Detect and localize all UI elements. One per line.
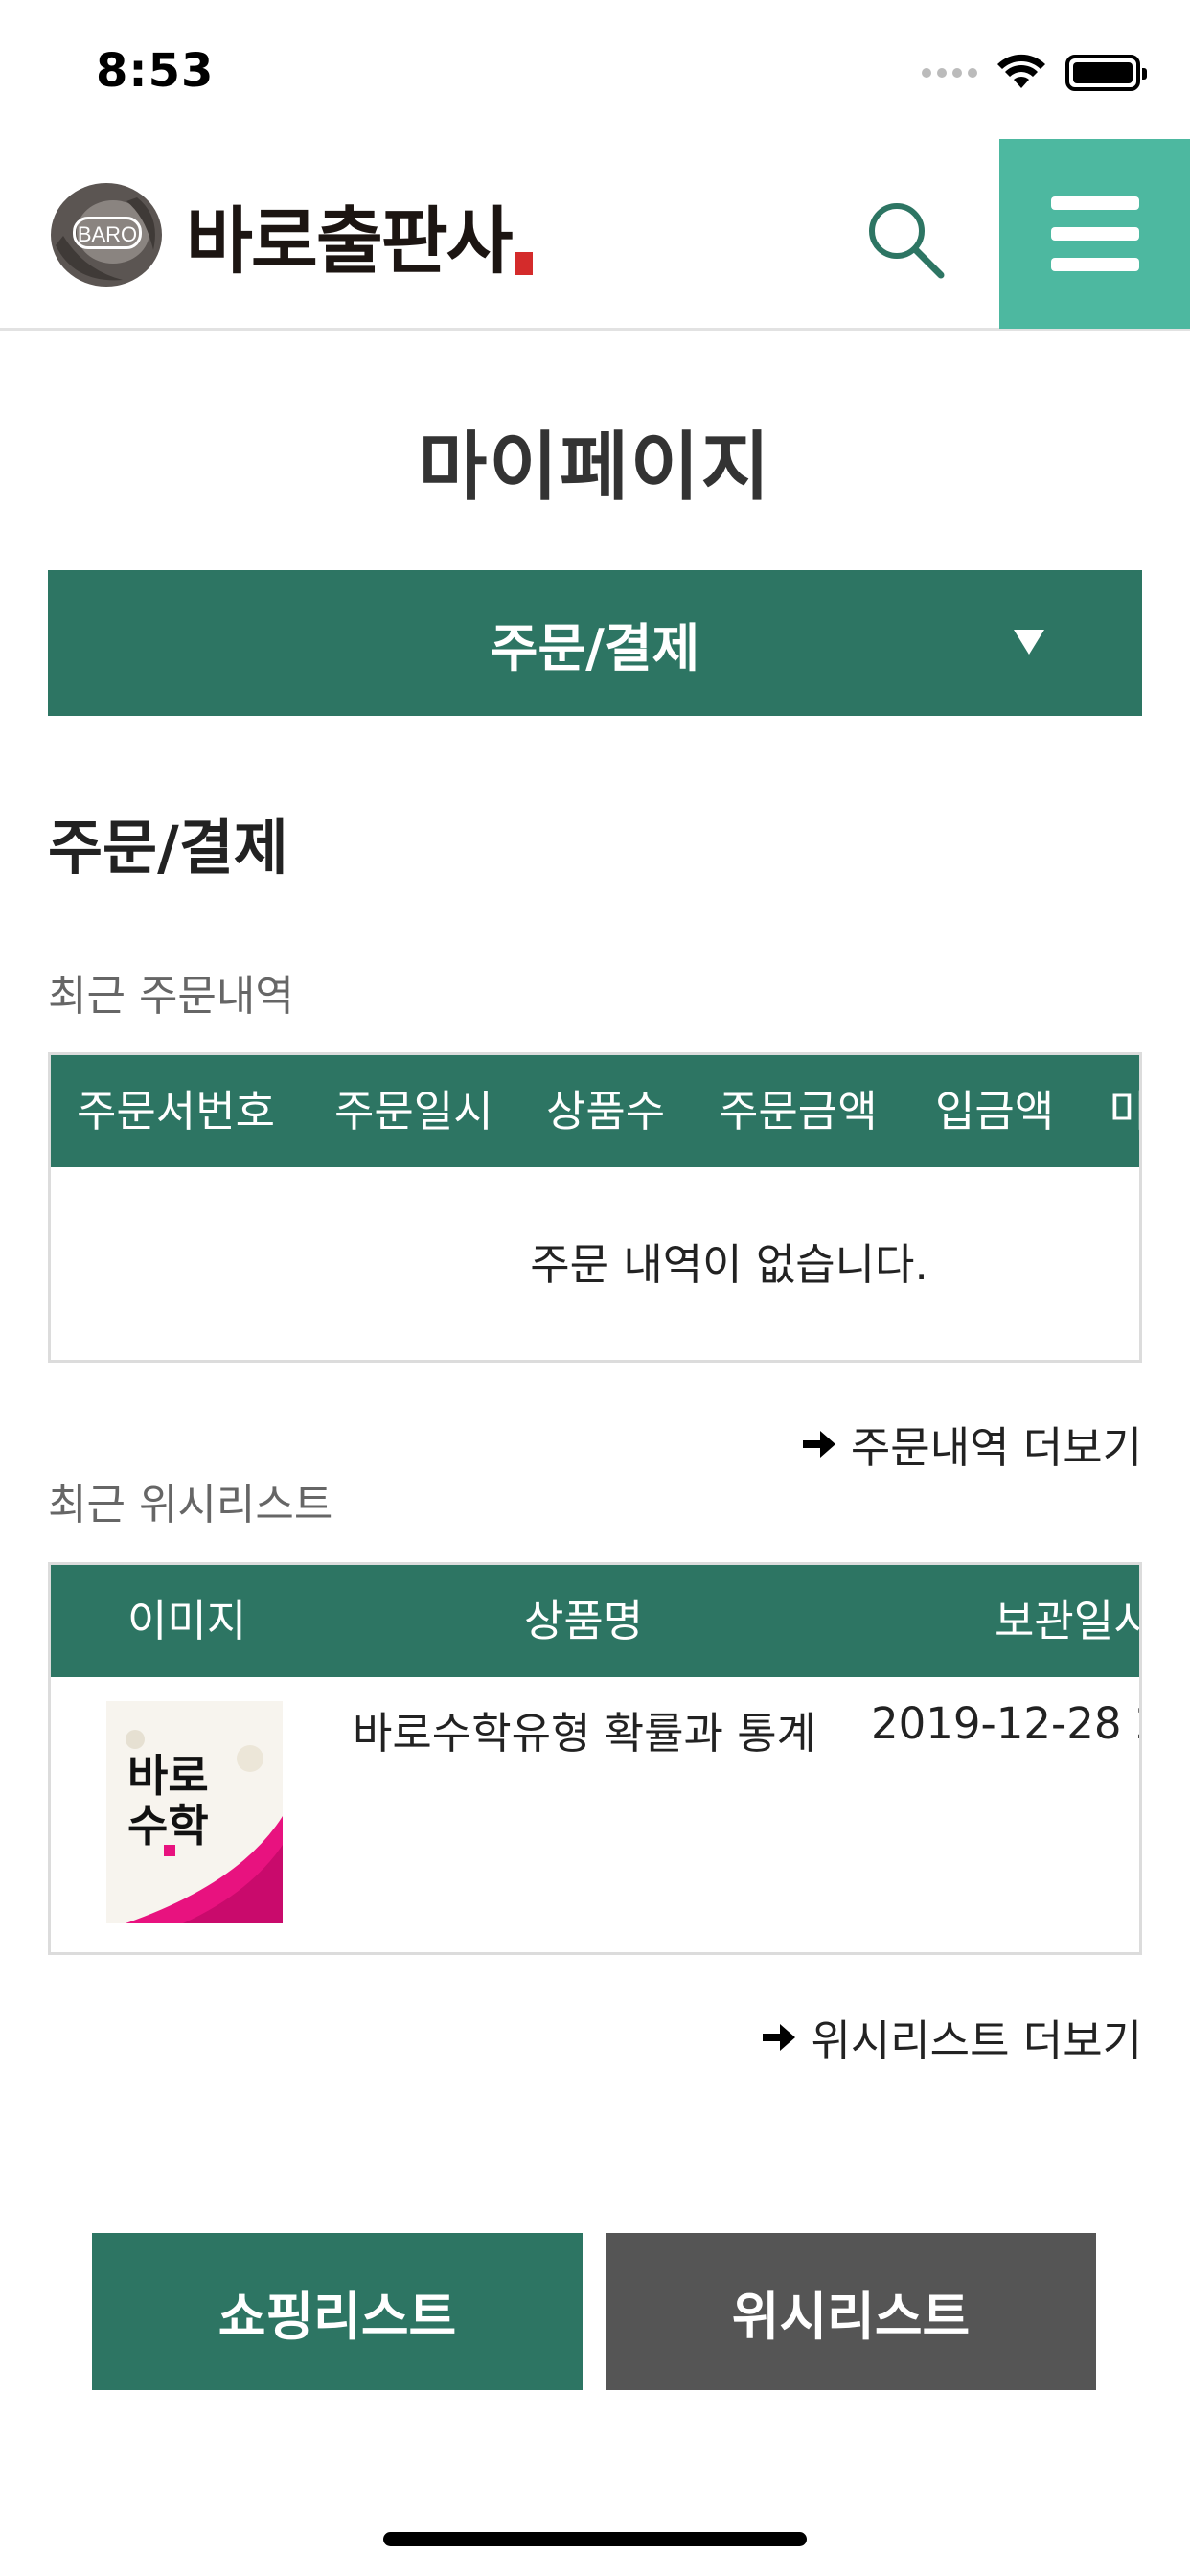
home-indicator[interactable] [383,2532,807,2546]
recent-orders-table: 주문서번호 주문일시 상품수 주문금액 입금액 미 주문 내역이 없습니다. [48,1052,1142,1363]
dropdown-arrow-icon [1014,630,1044,655]
menu-button[interactable] [999,139,1190,329]
column-header-image: 이미지 [127,1596,247,1646]
column-header-truncated: 미 [1109,1055,1139,1167]
book-cover-title: 바로 수학 [127,1750,209,1852]
recent-orders-table-header: 주문서번호 주문일시 상품수 주문금액 입금액 미 [51,1055,1139,1167]
column-header-item-count: 상품수 [546,1086,666,1137]
table-row[interactable]: 바로 수학 바로수학유형 확률과 통계 2019-12-28 22 [51,1677,1139,1952]
column-header-order-amount: 주문금액 [719,1086,878,1137]
wishlist-product-name[interactable]: 바로수학유형 확률과 통계 [353,1698,816,1760]
section-title: 주문/결제 [48,813,288,883]
order-history-more-link[interactable]: 주문내역 더보기 [799,1413,1142,1475]
column-header-paid-amount: 입금액 [935,1086,1055,1137]
logo-badge: BARO [73,217,142,249]
search-icon [869,203,945,279]
wishlist-button[interactable]: 위시리스트 [606,2233,1096,2390]
column-header-product-name: 상품명 [524,1596,644,1646]
empty-orders-message: 주문 내역이 없습니다. [530,1239,928,1290]
battery-icon [1065,55,1147,91]
wishlist-more-label: 위시리스트 더보기 [811,2015,1142,2066]
logo-seal-icon [515,252,533,275]
search-button[interactable] [853,187,958,292]
status-bar: 8:53 [0,0,1190,139]
recent-wishlist-label: 최근 위시리스트 [48,1481,333,1530]
recent-orders-label: 최근 주문내역 [48,972,294,1021]
recent-orders-table-body: 주문 내역이 없습니다. [51,1167,1139,1359]
arrow-right-icon [763,2023,796,2051]
column-header-saved-date: 보관일시 [995,1596,1142,1646]
wishlist-more-link[interactable]: 위시리스트 더보기 [759,2006,1142,2068]
order-history-more-label: 주문내역 더보기 [850,1422,1142,1473]
wishlist-saved-date: 2019-12-28 22 [871,1698,1139,1749]
shopping-list-button[interactable]: 쇼핑리스트 [92,2233,583,2390]
logo-text: 바로출판사 [186,198,514,284]
column-header-order-number: 주문서번호 [77,1086,276,1137]
recent-wishlist-table-header: 이미지 상품명 보관일시 [51,1565,1139,1677]
status-time: 8:53 [96,44,215,98]
mypage-screen: 8:53 BARO 바로출판사 마이페이지 주문/결제 주문/결제 최근 주문내… [0,0,1190,2576]
recent-wishlist-table: 이미지 상품명 보관일시 바로 수학 바로수학유형 확률과 통계 2019-12… [48,1562,1142,1955]
hamburger-menu-icon [1050,196,1139,271]
arrow-right-icon [802,1430,835,1458]
dropdown-selected-label: 주문/결제 [490,617,700,678]
logo-brush-circle: BARO [46,178,167,291]
section-dropdown[interactable]: 주문/결제 [48,570,1142,716]
cellular-signal-icon [922,68,977,78]
site-logo[interactable]: BARO 바로출판사 [46,177,533,292]
status-icons [922,50,1147,96]
wifi-icon [997,54,1045,88]
column-header-order-date: 주문일시 [334,1086,493,1137]
page-title: 마이페이지 [418,425,772,511]
site-header: BARO 바로출판사 [0,139,1190,331]
book-cover-image[interactable]: 바로 수학 [106,1701,283,1923]
